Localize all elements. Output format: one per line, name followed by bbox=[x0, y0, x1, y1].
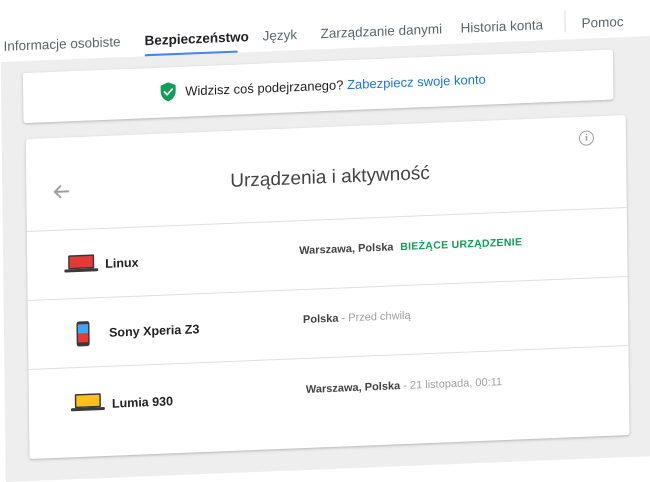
tab-language[interactable]: Język bbox=[262, 27, 297, 43]
device-location: Warszawa, Polska - 21 listopada, 00:11 bbox=[306, 376, 502, 396]
tab-personal-info[interactable]: Informacje osobiste bbox=[3, 34, 120, 54]
laptop-icon bbox=[71, 392, 105, 418]
security-alert-message: Widzisz coś podejrzanego? Zabezpiecz swo… bbox=[185, 72, 486, 99]
location-text: Warszawa, Polska bbox=[299, 241, 394, 257]
tab-account-history[interactable]: Historia konta bbox=[460, 17, 543, 35]
location-text: Polska bbox=[303, 313, 339, 326]
security-alert-card: Widzisz coś podejrzanego? Zabezpiecz swo… bbox=[23, 50, 614, 124]
phone-icon bbox=[76, 321, 90, 353]
last-activity-time: - Przed chwilą bbox=[338, 310, 410, 325]
tab-help[interactable]: Pomoc bbox=[581, 14, 623, 31]
device-name: Lumia 930 bbox=[112, 394, 173, 410]
nav-divider bbox=[564, 10, 565, 32]
arrow-back-icon[interactable] bbox=[52, 183, 70, 205]
card-title: Urządzenia i aktywność bbox=[230, 163, 430, 193]
current-device-badge: BIEŻĄCE URZĄDZENIE bbox=[400, 236, 522, 253]
location-text: Warszawa, Polska bbox=[306, 380, 401, 396]
tab-data-management[interactable]: Zarządzanie danymi bbox=[320, 21, 442, 41]
alert-text: Widzisz coś podejrzanego? bbox=[185, 77, 343, 98]
tab-security[interactable]: Bezpieczeństwo bbox=[144, 29, 248, 48]
secure-account-link[interactable]: Zabezpiecz swoje konto bbox=[347, 72, 486, 93]
device-location: Warszawa, Polska bbox=[299, 241, 394, 257]
content-area: Widzisz coś podejrzanego? Zabezpiecz swo… bbox=[1, 34, 650, 482]
device-location: Polska - Przed chwilą bbox=[303, 310, 411, 326]
device-name: Linux bbox=[105, 256, 139, 271]
device-name: Sony Xperia Z3 bbox=[109, 322, 199, 340]
last-activity-time: - 21 listopada, 00:11 bbox=[400, 376, 502, 392]
laptop-icon bbox=[64, 253, 98, 279]
devices-activity-card: Urządzenia i aktywność i Linux Warszawa,… bbox=[26, 115, 630, 459]
shield-check-icon bbox=[159, 81, 177, 108]
info-icon[interactable]: i bbox=[579, 130, 594, 146]
